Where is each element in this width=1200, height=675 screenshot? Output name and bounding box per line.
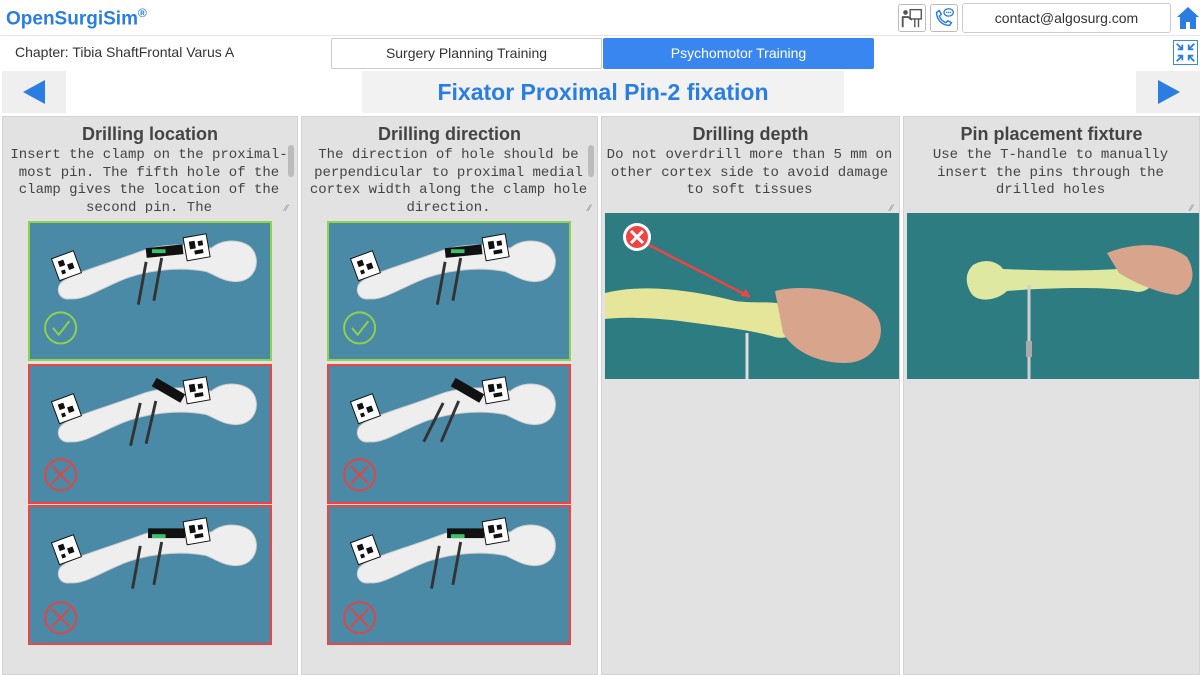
chapter-label: Chapter: Tibia ShaftFrontal Varus A	[15, 44, 235, 60]
option-card-correct[interactable]	[28, 221, 272, 361]
prev-step-button[interactable]	[2, 71, 66, 113]
panel-title: Drilling depth	[692, 124, 809, 144]
panel-title: Drilling location	[81, 124, 218, 144]
option-card-correct[interactable]	[327, 221, 571, 361]
option-card-incorrect[interactable]	[327, 364, 571, 504]
resize-grip-icon[interactable]: ⁄⁄	[890, 203, 893, 213]
panel-description[interactable]: The direction of hole should be perpendi…	[302, 145, 597, 213]
panel-pin-placement-fixture: Pin placement fixture Use the T-handle t…	[903, 116, 1200, 675]
drilling-depth-photo	[605, 213, 899, 379]
next-step-button[interactable]	[1136, 71, 1200, 113]
collapse-icon[interactable]	[1173, 40, 1198, 65]
app-logo: OpenSurgiSim®	[6, 6, 147, 30]
panel-drilling-depth: Drilling depth Do not overdrill more tha…	[601, 116, 900, 675]
phone-chat-icon[interactable]	[930, 4, 958, 32]
panel-description[interactable]: Insert the clamp on the proximal-most pi…	[3, 145, 297, 213]
panel-drilling-location: Drilling location Insert the clamp on th…	[2, 116, 298, 675]
step-title: Fixator Proximal Pin-2 fixation	[362, 71, 844, 113]
arrow-left-icon	[23, 80, 45, 104]
arrow-right-icon	[1158, 80, 1180, 104]
panel-description[interactable]: Do not overdrill more than 5 mm on other…	[602, 145, 899, 213]
pin-placement-photo	[907, 213, 1199, 379]
panel-drilling-direction: Drilling direction The direction of hole…	[301, 116, 598, 675]
tab-surgery-planning[interactable]: Surgery Planning Training	[331, 38, 602, 69]
tab-psychomotor[interactable]: Psychomotor Training	[603, 38, 874, 69]
home-icon[interactable]	[1176, 5, 1200, 31]
panel-title: Drilling direction	[377, 124, 521, 144]
resize-grip-icon[interactable]: ⁄⁄	[285, 203, 288, 213]
option-card-incorrect[interactable]	[28, 505, 272, 645]
panel-title: Pin placement fixture	[960, 124, 1143, 144]
option-card-incorrect[interactable]	[28, 364, 272, 504]
scrollbar[interactable]	[288, 145, 294, 177]
top-bar: OpenSurgiSim® contact@algosurg.com	[0, 0, 1200, 36]
teacher-icon[interactable]	[898, 4, 926, 32]
resize-grip-icon[interactable]: ⁄⁄	[1190, 203, 1193, 213]
option-card-incorrect[interactable]	[327, 505, 571, 645]
scrollbar[interactable]	[588, 145, 594, 177]
contact-email[interactable]: contact@algosurg.com	[962, 3, 1171, 33]
panel-description[interactable]: Use the T-handle to manually insert the …	[904, 145, 1199, 213]
resize-grip-icon[interactable]: ⁄⁄	[588, 203, 591, 213]
